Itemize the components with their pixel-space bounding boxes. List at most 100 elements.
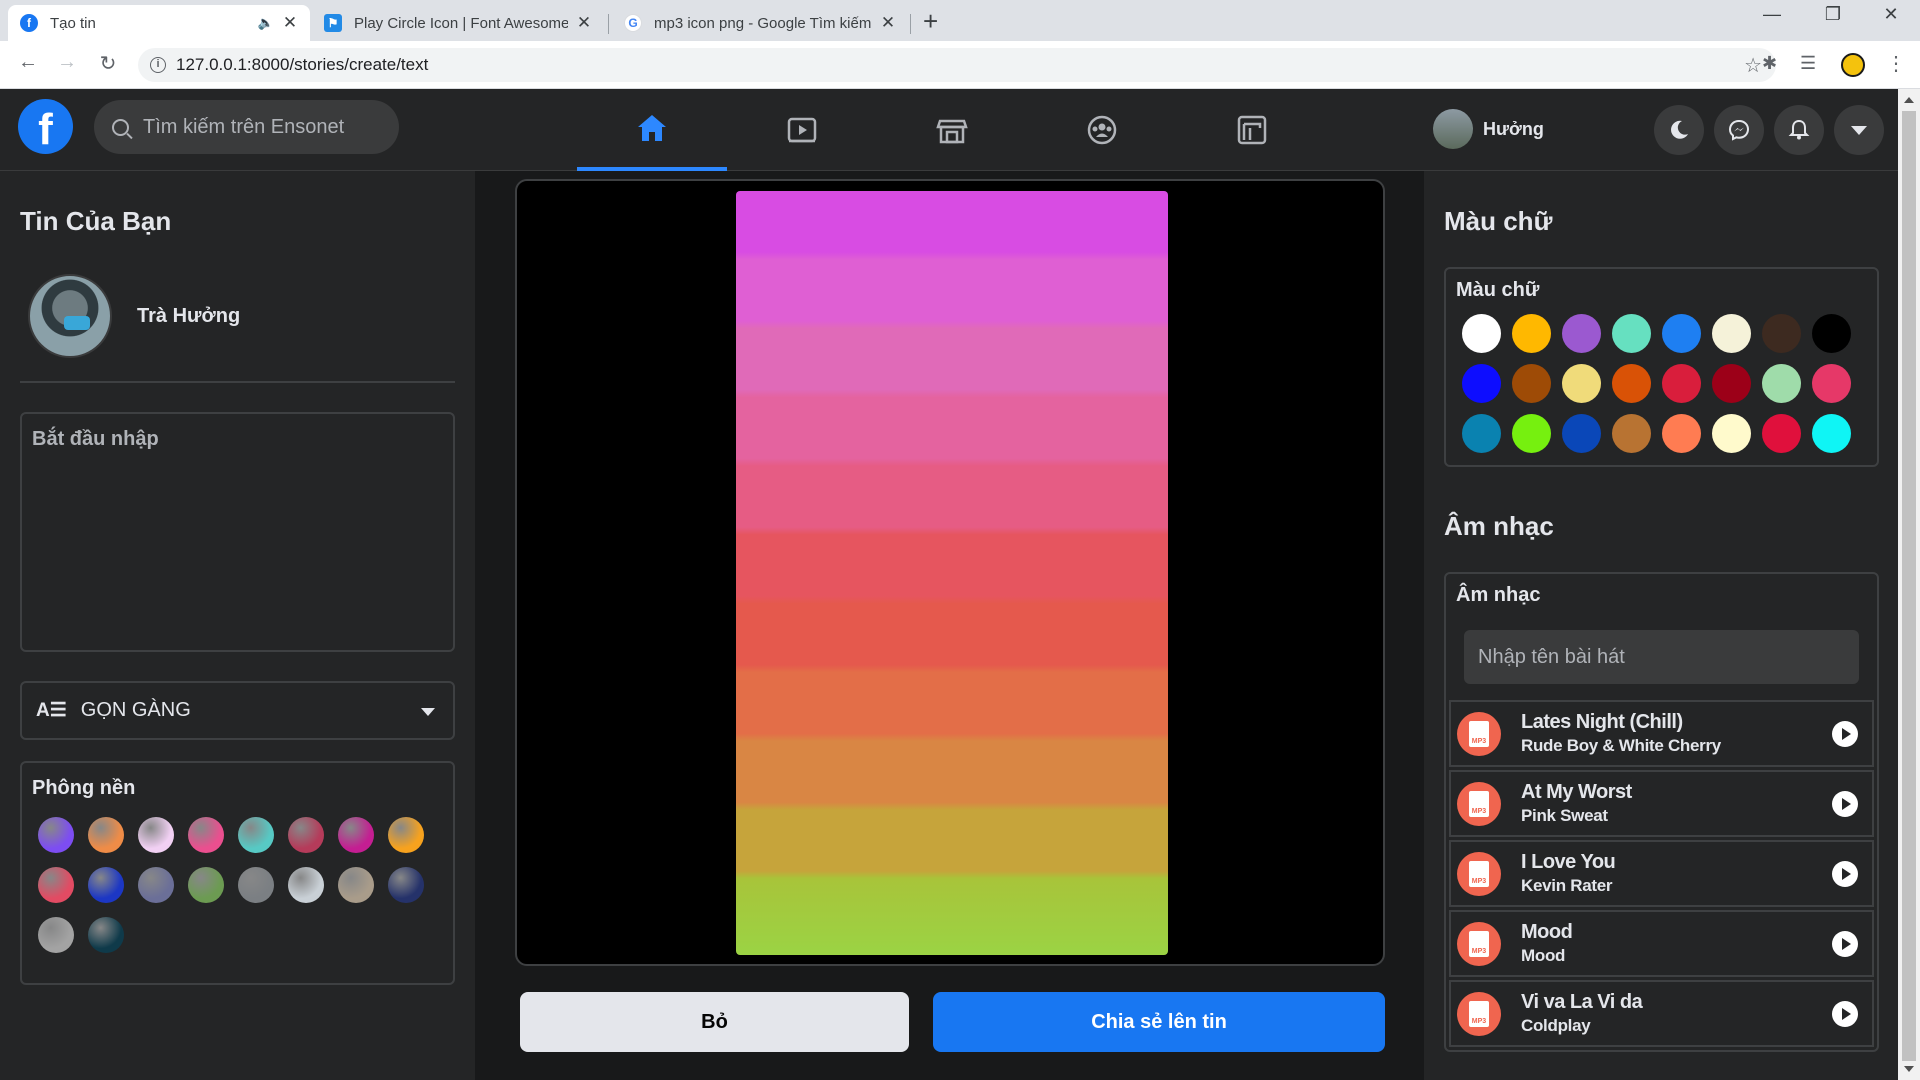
browser-menu-icon[interactable]: ⋮ [1886,51,1906,76]
search-input[interactable] [143,115,373,139]
background-swatch[interactable] [138,817,174,853]
text-color-swatch[interactable] [1762,314,1801,353]
text-color-swatch[interactable] [1512,314,1551,353]
back-icon[interactable]: ← [14,51,42,74]
song-item[interactable]: MP3 I Love You Kevin Rater [1449,840,1874,907]
search-box[interactable] [94,100,399,154]
text-color-panel-title: Màu chữ [1456,279,1540,301]
messenger-button[interactable] [1714,105,1764,155]
text-color-swatch[interactable] [1512,414,1551,453]
song-search-input[interactable] [1464,630,1859,684]
page-scrollbar[interactable] [1898,89,1920,1080]
text-color-swatch[interactable] [1762,364,1801,403]
browser-address-bar: ← → ↻ i 127.0.0.1:8000/stories/create/te… [0,41,1920,89]
discard-button[interactable]: Bỏ [520,992,909,1052]
background-swatch[interactable] [338,817,374,853]
background-swatch[interactable] [138,867,174,903]
background-swatch[interactable] [38,867,74,903]
scroll-up-icon[interactable] [1904,97,1914,103]
background-swatch[interactable] [288,867,324,903]
background-swatch[interactable] [388,817,424,853]
text-color-swatch[interactable] [1462,364,1501,403]
background-swatch[interactable] [38,817,74,853]
play-circle-icon[interactable] [1832,1000,1858,1027]
text-color-swatch[interactable] [1712,314,1751,353]
text-color-swatch[interactable] [1712,414,1751,453]
profile-link[interactable]: Hưởng [1433,109,1544,149]
song-item[interactable]: MP3 Mood Mood [1449,910,1874,977]
minimize-icon[interactable]: — [1752,4,1792,25]
play-circle-icon[interactable] [1832,720,1858,747]
background-swatch[interactable] [288,817,324,853]
browser-tab-font-awesome[interactable]: ⚑ Play Circle Icon | Font Awesome ✕ [312,5,604,41]
background-swatch[interactable] [238,817,274,853]
background-swatch[interactable] [38,917,74,953]
background-swatch[interactable] [88,917,124,953]
font-style-select[interactable]: A☰ GỌN GÀNG [20,681,455,740]
text-color-swatch[interactable] [1562,314,1601,353]
text-color-swatch[interactable] [1562,414,1601,453]
background-swatch[interactable] [88,817,124,853]
dark-mode-button[interactable] [1654,105,1704,155]
nav-tab-gaming[interactable] [1177,89,1327,171]
play-circle-icon[interactable] [1832,790,1858,817]
text-color-swatch[interactable] [1612,414,1651,453]
forward-icon[interactable]: → [53,51,81,74]
background-swatch[interactable] [388,867,424,903]
text-color-swatch[interactable] [1462,314,1501,353]
song-item[interactable]: MP3 Lates Night (Chill) Rude Boy & White… [1449,700,1874,767]
new-tab-icon[interactable]: + [923,6,938,37]
nav-tab-watch[interactable] [727,89,877,171]
text-color-swatch[interactable] [1462,414,1501,453]
text-color-swatch[interactable] [1662,414,1701,453]
reading-list-icon[interactable]: ☰ [1800,53,1816,74]
account-menu-button[interactable] [1834,105,1884,155]
play-circle-icon[interactable] [1832,860,1858,887]
text-color-swatch[interactable] [1612,364,1651,403]
background-swatch[interactable] [188,817,224,853]
close-tab-icon[interactable]: ✕ [880,13,896,33]
reload-icon[interactable]: ↻ [94,51,122,76]
music-panel: Âm nhạc MP3 Lates Night (Chill) Rude Boy… [1444,572,1879,1052]
story-text-input[interactable] [20,412,455,652]
bookmark-star-icon[interactable]: ☆ [1744,53,1762,78]
text-color-swatch[interactable] [1812,314,1851,353]
text-color-swatch[interactable] [1812,364,1851,403]
nav-tab-groups[interactable] [1027,89,1177,171]
text-color-swatch[interactable] [1512,364,1551,403]
omnibox[interactable]: i 127.0.0.1:8000/stories/create/text ☆ [138,48,1776,82]
close-tab-icon[interactable]: ✕ [282,13,298,33]
share-story-button[interactable]: Chia sẻ lên tin [933,992,1385,1052]
restore-icon[interactable]: ❐ [1813,4,1853,25]
text-color-swatch[interactable] [1562,364,1601,403]
browser-tab-create-story[interactable]: f Tạo tin 🔈 ✕ [8,5,310,41]
text-color-section-title: Màu chữ [1444,206,1553,236]
browser-tab-google[interactable]: G mp3 icon png - Google Tìm kiếm ✕ [612,5,908,41]
audio-playing-icon[interactable]: 🔈 [258,15,274,31]
url-text[interactable]: 127.0.0.1:8000/stories/create/text [176,55,428,75]
background-swatch[interactable] [188,867,224,903]
notifications-button[interactable] [1774,105,1824,155]
song-item[interactable]: MP3 Vi va La Vi da Coldplay [1449,980,1874,1047]
background-swatch[interactable] [238,867,274,903]
text-color-swatch[interactable] [1662,314,1701,353]
site-info-icon[interactable]: i [150,57,166,73]
scroll-down-icon[interactable] [1904,1066,1914,1072]
text-color-swatch[interactable] [1662,364,1701,403]
nav-tab-home[interactable] [577,89,727,171]
text-color-swatch[interactable] [1762,414,1801,453]
extensions-icon[interactable]: ✱ [1762,53,1777,74]
close-window-icon[interactable]: ✕ [1871,4,1911,25]
background-swatch[interactable] [88,867,124,903]
text-color-swatch[interactable] [1712,364,1751,403]
close-tab-icon[interactable]: ✕ [576,13,592,33]
nav-tab-marketplace[interactable] [877,89,1027,171]
play-circle-icon[interactable] [1832,930,1858,957]
scrollbar-thumb[interactable] [1902,111,1916,1061]
text-color-swatch[interactable] [1812,414,1851,453]
profile-avatar-icon[interactable] [1841,53,1865,77]
facebook-logo[interactable]: f [18,99,73,154]
background-swatch[interactable] [338,867,374,903]
song-item[interactable]: MP3 At My Worst Pink Sweat [1449,770,1874,837]
text-color-swatch[interactable] [1612,314,1651,353]
